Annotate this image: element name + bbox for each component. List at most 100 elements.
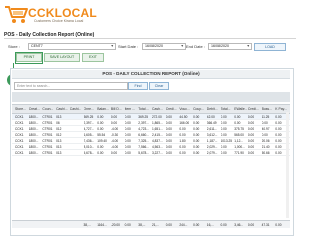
column-header[interactable]: Coun... bbox=[42, 107, 55, 111]
table-cell: 44.50 bbox=[179, 114, 188, 119]
table-cell: 0.00 bbox=[165, 114, 172, 119]
table-cell: 109.40 bbox=[97, 138, 107, 143]
summary-cell: 0.00 bbox=[124, 222, 131, 227]
table-cell: 012 bbox=[56, 132, 62, 137]
table-cell: CCK1 bbox=[15, 150, 24, 155]
start-date-field[interactable]: 16/08/2020 ▼ bbox=[142, 43, 186, 50]
table-cell: 3,227... bbox=[152, 150, 163, 155]
table-cell: 369.25 bbox=[138, 114, 149, 119]
table-cell: 1,865... bbox=[152, 120, 163, 125]
table-cell: CTR01 bbox=[42, 144, 53, 149]
column-header[interactable]: Vouc... bbox=[179, 107, 192, 111]
clear-button[interactable]: Clear bbox=[149, 82, 169, 90]
table-cell: 0.00 bbox=[179, 132, 186, 137]
column-header[interactable]: Debit... bbox=[207, 107, 220, 111]
table-cell: 565.00 bbox=[234, 132, 244, 137]
table-cell: 2,415... bbox=[152, 132, 163, 137]
chevron-down-icon[interactable]: ▼ bbox=[111, 44, 114, 49]
store-select[interactable]: CENT7 ▼ bbox=[28, 43, 116, 50]
report-title: POS - DAILY COLLECTION REPORT (Online) bbox=[102, 71, 200, 76]
table-cell: 20.06 bbox=[261, 138, 270, 143]
summary-cell: 16,... bbox=[206, 222, 214, 227]
table-cell: CCK1 bbox=[15, 132, 24, 137]
table-row[interactable]: CCK1 1800... CTR01 013 5,678... 0.00 0.00 0.00 5… bbox=[12, 150, 290, 156]
table-cell: 0.00 bbox=[261, 120, 268, 125]
table-cell: 013 bbox=[56, 138, 62, 143]
table-cell: 771.90 bbox=[234, 150, 244, 155]
brand-tagline: Customers Choice Kirana Local bbox=[34, 19, 84, 23]
table-cell: 4,837... bbox=[152, 138, 163, 143]
table-cell: 0.00 bbox=[247, 120, 255, 125]
table-cell: 0.00 bbox=[97, 126, 104, 131]
table-cell: 0.00 bbox=[247, 132, 255, 137]
column-header[interactable]: Creat... bbox=[29, 107, 42, 111]
column-header[interactable]: Credi... bbox=[166, 107, 179, 111]
save-layout-button[interactable]: SAVE LAYOUT bbox=[44, 53, 80, 62]
end-date-field[interactable]: 16/08/2020 ▼ bbox=[208, 43, 252, 50]
table-cell: 50.66 bbox=[261, 150, 270, 155]
table-cell: 2,079... bbox=[206, 150, 218, 155]
column-header[interactable]: Cashi... bbox=[56, 107, 69, 111]
group-by-panel[interactable] bbox=[12, 92, 290, 102]
column-header[interactable]: Bill D... bbox=[111, 107, 124, 111]
table-cell: -4.00 bbox=[110, 144, 119, 149]
column-header[interactable]: Credi... bbox=[248, 107, 261, 111]
table-cell: 0.00 bbox=[220, 114, 227, 119]
table-cell: 55.54 bbox=[97, 132, 106, 137]
table-cell: 0.00 bbox=[124, 132, 131, 137]
find-button[interactable]: Find bbox=[128, 82, 148, 90]
column-header[interactable]: Store... bbox=[15, 107, 28, 111]
column-header[interactable]: Item ... bbox=[125, 107, 138, 111]
table-cell: 0.00 bbox=[247, 144, 255, 149]
table-cell: 0.00 bbox=[193, 144, 200, 149]
grid-header: Store... Creat... Coun... Cashi... Cashi... O… bbox=[12, 104, 290, 114]
table-cell: 1800... bbox=[28, 132, 39, 137]
exit-button[interactable]: EXIT bbox=[82, 53, 104, 62]
table-cell: 0.00 bbox=[124, 150, 131, 155]
load-button[interactable]: LOAD bbox=[254, 43, 286, 51]
table-cell: 1013.25 bbox=[220, 138, 233, 143]
column-header[interactable]: Buss... bbox=[262, 107, 275, 111]
table-cell: 0.00 bbox=[110, 114, 118, 119]
table-cell: 5,678... bbox=[83, 150, 95, 155]
column-header[interactable]: Onre... bbox=[84, 107, 97, 111]
table-cell: 06 bbox=[56, 120, 60, 125]
column-header[interactable]: K Pay... bbox=[275, 107, 288, 111]
column-header[interactable]: EWalle... bbox=[234, 107, 247, 111]
summary-cell: 1164... bbox=[97, 222, 107, 227]
table-cell: 0.00 bbox=[234, 120, 241, 125]
column-header[interactable]: Coup... bbox=[193, 107, 206, 111]
table-cell: 0.00 bbox=[261, 132, 268, 137]
table-cell: 7,325... bbox=[138, 138, 149, 143]
column-header[interactable]: Total... bbox=[221, 107, 234, 111]
table-cell: 0.00 bbox=[193, 114, 200, 119]
column-header[interactable]: Balan... bbox=[97, 107, 110, 111]
table-cell: CTR01 bbox=[42, 126, 53, 131]
table-cell: 013 bbox=[56, 144, 62, 149]
summary-cell: 0.00 bbox=[193, 222, 200, 227]
calendar-dropdown-icon[interactable]: ▼ bbox=[247, 44, 250, 49]
shopping-cart-icon bbox=[5, 6, 28, 23]
table-cell: 4,723... bbox=[138, 126, 149, 131]
table-cell: 0.00 bbox=[97, 144, 104, 149]
search-input[interactable]: Enter text to search... bbox=[14, 82, 128, 90]
vertical-scrollbar[interactable] bbox=[286, 112, 289, 218]
table-cell: 3,612... bbox=[206, 132, 218, 137]
calendar-dropdown-icon[interactable]: ▼ bbox=[181, 44, 184, 49]
column-header[interactable]: Total ... bbox=[138, 107, 151, 111]
table-cell: 366.49 bbox=[206, 120, 217, 125]
table-cell: 272.00 bbox=[152, 114, 162, 119]
table-cell: CCK1 bbox=[15, 144, 24, 149]
column-header[interactable]: Cash... bbox=[152, 107, 165, 111]
table-cell: 1,12... bbox=[234, 138, 244, 143]
table-cell: 0.00 bbox=[165, 120, 172, 125]
summary-cell: 0.00 bbox=[275, 222, 282, 227]
column-header[interactable]: Cashi... bbox=[70, 107, 83, 111]
table-cell: 6,605... bbox=[83, 132, 95, 137]
table-cell: 0.00 bbox=[193, 138, 200, 143]
table-cell: 1,651... bbox=[152, 126, 163, 131]
table-cell: 0.00 bbox=[124, 114, 131, 119]
table-cell: 21.40 bbox=[261, 144, 270, 149]
report-title-bar: POS - DAILY COLLECTION REPORT (Online) bbox=[12, 70, 290, 79]
table-cell: 1,187... bbox=[206, 138, 218, 143]
